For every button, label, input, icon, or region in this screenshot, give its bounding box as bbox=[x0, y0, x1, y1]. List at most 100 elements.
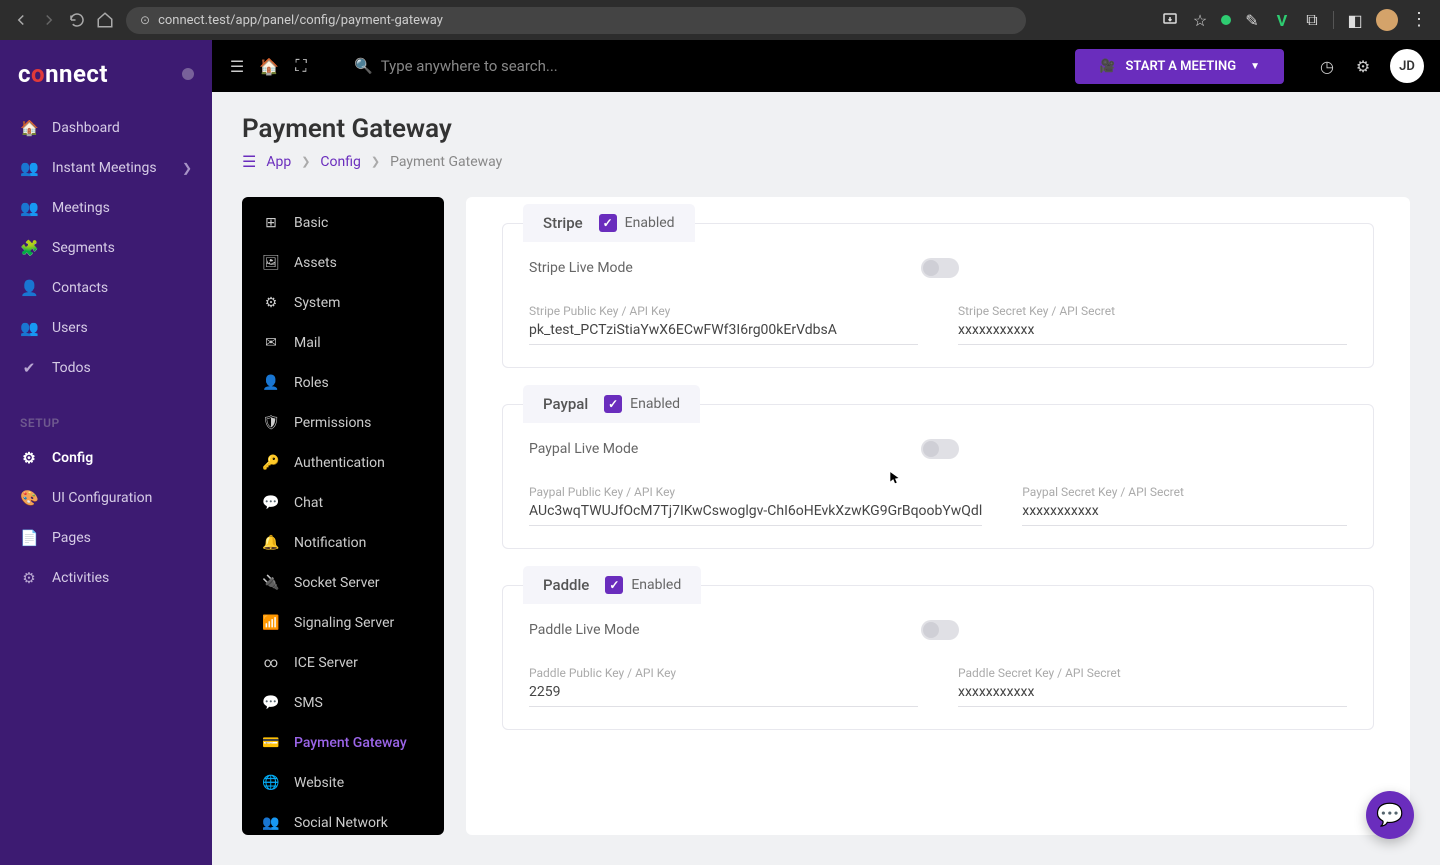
sidebar-item-contacts[interactable]: 👤Contacts bbox=[0, 268, 212, 308]
sidebar-item-config[interactable]: ⚙Config bbox=[0, 438, 212, 478]
permissions-icon: 🛡 bbox=[262, 415, 280, 431]
install-app-icon[interactable] bbox=[1161, 11, 1179, 29]
config-nav-label: Website bbox=[294, 775, 344, 791]
gateway-name: Stripe bbox=[543, 214, 583, 232]
gateway-tab-paypal: Paypal Enabled bbox=[523, 385, 700, 423]
config-nav-item-social-network[interactable]: 👥Social Network bbox=[242, 803, 444, 835]
config-nav-item-notification[interactable]: 🔔Notification bbox=[242, 523, 444, 563]
gateway-enable-toggle[interactable]: Enabled bbox=[604, 395, 680, 413]
people-icon: 👥 bbox=[20, 199, 38, 217]
config-nav-item-chat[interactable]: 💬Chat bbox=[242, 483, 444, 523]
live-mode-toggle[interactable] bbox=[921, 439, 959, 459]
browser-back-icon[interactable] bbox=[12, 11, 30, 29]
config-nav-item-website[interactable]: 🌐Website bbox=[242, 763, 444, 803]
video-icon: 🎥 bbox=[1099, 59, 1115, 74]
enabled-label: Enabled bbox=[630, 396, 680, 412]
app-logo[interactable]: connect bbox=[18, 60, 108, 88]
extensions-icon[interactable]: ⧉ bbox=[1303, 11, 1321, 29]
config-nav-item-basic[interactable]: ⊞Basic bbox=[242, 203, 444, 243]
sidebar-item-dashboard[interactable]: 🏠Dashboard bbox=[0, 108, 212, 148]
extension-v-icon[interactable]: V bbox=[1273, 11, 1291, 29]
sidepanel-icon[interactable]: ◧ bbox=[1346, 11, 1364, 29]
sidebar-item-instant-meetings[interactable]: 👥Instant Meetings❯ bbox=[0, 148, 212, 188]
config-nav-item-signaling-server[interactable]: 📶Signaling Server bbox=[242, 603, 444, 643]
config-nav-label: Permissions bbox=[294, 415, 371, 431]
fullscreen-icon[interactable]: ⛶ bbox=[292, 57, 310, 75]
breadcrumb-menu-icon[interactable]: ☰ bbox=[242, 152, 256, 171]
extension-pen-icon[interactable]: ✎ bbox=[1243, 11, 1261, 29]
sidebar-item-users[interactable]: 👥Users bbox=[0, 308, 212, 348]
live-mode-label: Stripe Live Mode bbox=[529, 260, 633, 276]
help-icon[interactable]: ◷ bbox=[1318, 57, 1336, 75]
browser-reload-icon[interactable] bbox=[68, 11, 86, 29]
chevron-right-icon: ❯ bbox=[301, 155, 310, 168]
live-mode-toggle[interactable] bbox=[921, 258, 959, 278]
config-nav-item-socket-server[interactable]: 🔌Socket Server bbox=[242, 563, 444, 603]
secret-key-field[interactable]: Stripe Secret Key / API Secret xxxxxxxxx… bbox=[958, 304, 1347, 345]
browser-menu-icon[interactable]: ⋮ bbox=[1410, 11, 1428, 29]
live-mode-toggle[interactable] bbox=[921, 620, 959, 640]
breadcrumb-config[interactable]: Config bbox=[320, 154, 360, 170]
config-nav-item-roles[interactable]: 👤Roles bbox=[242, 363, 444, 403]
browser-profile-avatar[interactable] bbox=[1376, 9, 1398, 31]
browser-home-icon[interactable] bbox=[96, 11, 114, 29]
menu-toggle-icon[interactable]: ☰ bbox=[228, 57, 246, 75]
public-key-label: Paypal Public Key / API Key bbox=[529, 485, 982, 499]
chevron-right-icon: ❯ bbox=[371, 155, 380, 168]
browser-url-bar[interactable]: ⊙ connect.test/app/panel/config/payment-… bbox=[126, 7, 1026, 34]
sidebar-item-activities[interactable]: ⚙Activities bbox=[0, 558, 212, 598]
extension-status-dot[interactable] bbox=[1221, 15, 1231, 25]
browser-forward-icon[interactable] bbox=[40, 11, 58, 29]
secret-key-label: Paddle Secret Key / API Secret bbox=[958, 666, 1347, 680]
gateway-card-paypal: Paypal Enabled Paypal Live Mode Paypal P… bbox=[502, 404, 1374, 549]
secret-key-field[interactable]: Paddle Secret Key / API Secret xxxxxxxxx… bbox=[958, 666, 1347, 707]
secret-key-label: Stripe Secret Key / API Secret bbox=[958, 304, 1347, 318]
secret-key-field[interactable]: Paypal Secret Key / API Secret xxxxxxxxx… bbox=[1022, 485, 1347, 526]
user-avatar[interactable]: JD bbox=[1390, 49, 1424, 83]
public-key-field[interactable]: Paddle Public Key / API Key 2259 bbox=[529, 666, 918, 707]
search-placeholder: Type anywhere to search... bbox=[381, 57, 558, 75]
sidebar-item-ui-configuration[interactable]: 🎨UI Configuration bbox=[0, 478, 212, 518]
breadcrumb-app[interactable]: App bbox=[266, 154, 291, 170]
gateway-name: Paypal bbox=[543, 395, 588, 413]
config-nav-item-ice-server[interactable]: ∞ICE Server bbox=[242, 643, 444, 683]
sidebar-item-label: Dashboard bbox=[52, 120, 120, 136]
gateway-enable-toggle[interactable]: Enabled bbox=[599, 214, 675, 232]
sidebar-item-todos[interactable]: ✔Todos bbox=[0, 348, 212, 388]
config-nav-item-permissions[interactable]: 🛡 Permissions bbox=[242, 403, 444, 443]
bookmark-star-icon[interactable]: ☆ bbox=[1191, 11, 1209, 29]
config-nav-item-mail[interactable]: ✉Mail bbox=[242, 323, 444, 363]
gateway-enable-toggle[interactable]: Enabled bbox=[605, 576, 681, 594]
sidebar-collapse-icon[interactable] bbox=[182, 68, 194, 80]
public-key-label: Stripe Public Key / API Key bbox=[529, 304, 918, 318]
sidebar-item-pages[interactable]: 📄Pages bbox=[0, 518, 212, 558]
site-info-icon[interactable]: ⊙ bbox=[140, 13, 150, 27]
chat-fab[interactable]: 💬 bbox=[1366, 791, 1414, 839]
global-search[interactable]: 🔍 Type anywhere to search... bbox=[324, 57, 824, 75]
secret-key-value: xxxxxxxxxxx bbox=[958, 684, 1347, 700]
config-nav-item-assets[interactable]: 🖼Assets bbox=[242, 243, 444, 283]
config-nav-item-authentication[interactable]: 🔑Authentication bbox=[242, 443, 444, 483]
config-nav-item-sms[interactable]: 💬SMS bbox=[242, 683, 444, 723]
contact-icon: 👤 bbox=[20, 279, 38, 297]
config-nav-label: Signaling Server bbox=[294, 615, 394, 631]
settings-gears-icon[interactable]: ⚙ bbox=[1354, 57, 1372, 75]
sidebar-item-label: Instant Meetings bbox=[52, 160, 157, 176]
config-nav-item-system[interactable]: ⚙System bbox=[242, 283, 444, 323]
config-nav-label: Chat bbox=[294, 495, 323, 511]
public-key-field[interactable]: Stripe Public Key / API Key pk_test_PCTz… bbox=[529, 304, 918, 345]
public-key-field[interactable]: Paypal Public Key / API Key AUc3wqTWUJfO… bbox=[529, 485, 982, 526]
settings-panel: Stripe Enabled Stripe Live Mode Stripe P… bbox=[466, 197, 1410, 835]
config-subnav: ⊞Basic🖼Assets⚙System✉Mail👤Roles 🛡 Permissi… bbox=[242, 197, 444, 835]
sidebar-item-segments[interactable]: 🧩Segments bbox=[0, 228, 212, 268]
gateway-card-stripe: Stripe Enabled Stripe Live Mode Stripe P… bbox=[502, 223, 1374, 368]
enabled-label: Enabled bbox=[631, 577, 681, 593]
start-meeting-button[interactable]: 🎥 START A MEETING ▼ bbox=[1075, 49, 1284, 84]
home-icon[interactable]: 🏠 bbox=[260, 57, 278, 75]
mail-icon: ✉ bbox=[262, 335, 280, 351]
sidebar-item-meetings[interactable]: 👥Meetings bbox=[0, 188, 212, 228]
config-nav-item-payment-gateway[interactable]: 💳Payment Gateway bbox=[242, 723, 444, 763]
sidebar-nav-setup: ⚙Config 🎨UI Configuration 📄Pages ⚙Activi… bbox=[0, 438, 212, 608]
activity-icon: ⚙ bbox=[20, 569, 38, 587]
start-meeting-label: START A MEETING bbox=[1126, 59, 1237, 74]
